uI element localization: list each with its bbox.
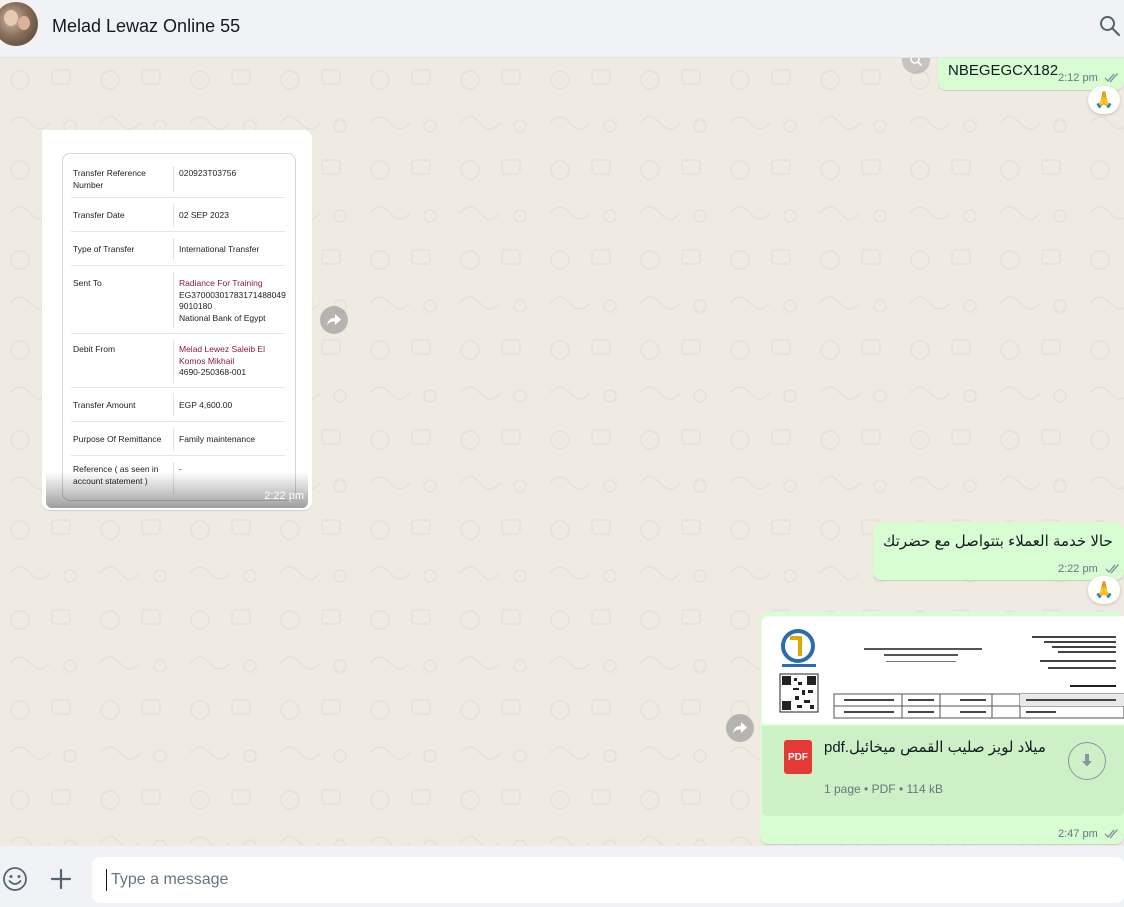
pdf-file-icon: PDF <box>784 740 812 774</box>
receipt-value: EGP 4,600.00 <box>179 400 233 410</box>
receipt-image[interactable]: Transfer Reference Number 020923T03756 T… <box>46 133 308 508</box>
receipt-label: Sent To <box>73 278 102 288</box>
message-time: 2:12 pm <box>1058 72 1098 84</box>
receipt-row: Sent To Radiance For Training EG37000301… <box>71 268 286 334</box>
document-thumbnail <box>762 616 1124 724</box>
receipt-debit-name: Melad Lewez Saleib El Komos Mikhail <box>179 344 265 366</box>
double-check-icon <box>1104 829 1119 839</box>
receipt-value: Family maintenance <box>179 434 256 444</box>
download-icon <box>1082 754 1092 767</box>
message-composer <box>0 846 1124 907</box>
forward-icon[interactable] <box>320 306 348 334</box>
contact-name[interactable]: Melad Lewaz Online 55 <box>52 16 240 37</box>
contact-avatar[interactable] <box>0 2 38 46</box>
receipt-value: Radiance For Training EG3700030178317148… <box>179 278 289 324</box>
receipt-card: Transfer Reference Number 020923T03756 T… <box>62 153 296 501</box>
receipt-value: Melad Lewez Saleib El Komos Mikhail 4690… <box>179 344 289 379</box>
receipt-row: Transfer Date 02 SEP 2023 <box>71 200 285 232</box>
receipt-row: Transfer Amount EGP 4,600.00 <box>71 390 285 422</box>
receipt-beneficiary: Radiance For Training <box>179 278 263 288</box>
document-type: PDF <box>871 782 896 796</box>
receipt-value: International Transfer <box>179 244 260 254</box>
reaction-badge[interactable]: 🙏 <box>1088 86 1120 114</box>
praying-hands-icon: 🙏 <box>1094 92 1114 109</box>
message-input-wrapper[interactable] <box>92 857 1124 903</box>
document-pages: 1 page <box>824 782 861 796</box>
document-size: 114 kB <box>906 782 943 796</box>
double-check-icon <box>1105 564 1120 574</box>
message-text: NBEGEGCX182 <box>948 62 1059 79</box>
receipt-row: Transfer Reference Number 020923T03756 <box>71 162 285 198</box>
receipt-label: Transfer Amount <box>73 400 136 410</box>
message-bubble-customer-service[interactable]: حالا خدمة العملاء بتتواصل مع حضرتك 2:22 … <box>873 522 1124 580</box>
receipt-label: Purpose Of Remittance <box>73 434 162 444</box>
document-preview[interactable] <box>762 616 1124 724</box>
message-time: 2:22 pm <box>264 490 304 502</box>
receipt-label: Transfer Date <box>73 210 125 220</box>
receipt-label: Transfer Reference Number <box>73 168 146 190</box>
message-text: حالا خدمة العملاء بتتواصل مع حضرتك <box>883 533 1113 550</box>
receipt-iban: EG370003017831714880499010180 <box>179 289 286 312</box>
receipt-bank: National Bank of Egypt <box>179 312 266 323</box>
message-input[interactable] <box>106 869 1106 891</box>
receipt-row: Debit From Melad Lewez Saleib El Komos M… <box>71 336 285 388</box>
receipt-label: Debit From <box>73 344 116 354</box>
receipt-label: Type of Transfer <box>73 244 135 254</box>
download-button[interactable] <box>1068 742 1106 780</box>
receipt-value: 02 SEP 2023 <box>179 210 229 220</box>
document-file-name: ميلاد لويز صليب القمص ميخائيل.pdf <box>824 739 1046 756</box>
message-time: 2:47 pm <box>1058 828 1098 840</box>
search-icon[interactable] <box>1098 14 1122 38</box>
receipt-value: 020923T03756 <box>179 168 237 178</box>
receipt-row: Purpose Of Remittance Family maintenance <box>71 424 285 456</box>
chat-panel: NBEGEGCX182 2:12 pm 🙏 Transfer Reference… <box>0 58 1124 846</box>
reaction-badge[interactable]: 🙏 <box>1088 576 1120 604</box>
double-check-icon <box>1104 73 1119 83</box>
chat-header: Melad Lewaz Online 55 <box>0 0 1124 58</box>
document-meta: 1 page • PDF • 114 kB <box>824 782 943 796</box>
message-time: 2:22 pm <box>1058 563 1098 575</box>
forward-icon[interactable] <box>726 714 754 742</box>
receipt-row: Type of Transfer International Transfer <box>71 234 285 266</box>
praying-hands-icon: 🙏 <box>1094 582 1114 599</box>
attach-plus-icon[interactable] <box>48 866 74 892</box>
document-info[interactable]: PDF ميلاد لويز صليب القمص ميخائيل.pdf 1 … <box>762 726 1124 816</box>
emoji-icon[interactable] <box>2 866 28 892</box>
receipt-account: 4690-250368-001 <box>179 367 247 377</box>
message-bubble-ref-code[interactable]: NBEGEGCX182 2:12 pm <box>938 58 1124 90</box>
